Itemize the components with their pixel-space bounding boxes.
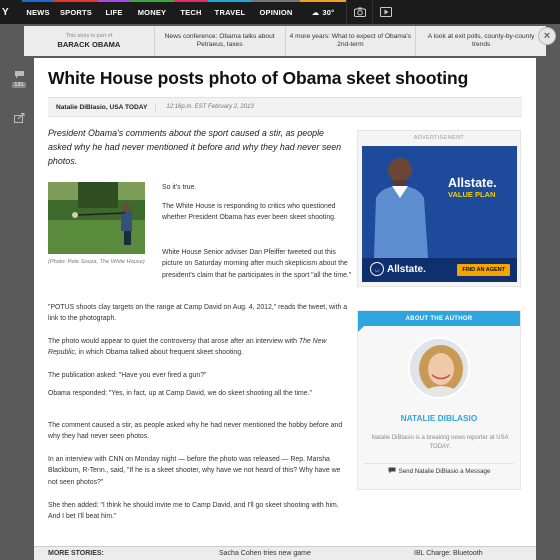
nav-life[interactable]: LIFE <box>98 0 130 24</box>
about-author-header: ABOUT THE AUTHOR <box>358 311 520 332</box>
author-name[interactable]: NATALIE DIBLASIO <box>358 413 520 423</box>
article-paragraph: The photo would appear to quiet the cont… <box>48 338 327 357</box>
comment-icon <box>14 70 25 81</box>
nav-sports[interactable]: SPORTS <box>54 0 98 24</box>
article-tools: 131 <box>8 68 30 130</box>
cloud-icon: ☁ <box>311 7 320 17</box>
share-button[interactable] <box>8 108 30 130</box>
video-icon[interactable] <box>372 0 398 24</box>
photo-caption: (Photo: Pete Souza, The White House) <box>48 259 145 265</box>
article-paragraph: She then added: "I think he should invit… <box>48 502 339 521</box>
byline-timestamp: 12:16p.m. EST February 2, 2013 <box>166 104 254 110</box>
byline-author[interactable]: Natalie DiBlasio, USA TODAY <box>48 103 157 111</box>
related-story-text: A look at exit polls, county-by-county t… <box>427 32 535 48</box>
related-story-text: News conference: Obama talks about Petra… <box>164 32 275 48</box>
top-nav: Y NEWS SPORTS LIFE MONEY TECH TRAVEL OPI… <box>0 0 560 24</box>
article-paragraph: "POTUS shoots clay targets on the range … <box>48 304 348 323</box>
article-paragraph: White House Senior adviser Dan Pfeiffer … <box>162 249 352 279</box>
article-lead: President Obama's comments about the spo… <box>48 128 342 166</box>
comments-button[interactable]: 131 <box>8 68 30 90</box>
hands-icon: ◡ <box>370 262 384 276</box>
comment-count: 131 <box>12 82 26 88</box>
nav-money[interactable]: MONEY <box>130 0 174 24</box>
author-bio: Natalie DiBlasio is a breaking news repo… <box>371 435 509 450</box>
article-paragraph: The comment caused a stir, as people ask… <box>48 422 343 441</box>
site-logo[interactable]: Y <box>0 0 22 24</box>
close-icon: × <box>543 30 551 42</box>
related-stories-strip: This story is part of BARACK OBAMA News … <box>24 26 546 56</box>
nav-weather[interactable]: ☁ 30° <box>300 0 346 24</box>
related-story-text: 4 more years: What to expect of Obama's … <box>289 32 412 48</box>
nav-news[interactable]: NEWS <box>22 0 54 24</box>
advertisement: ADVERTISEMENT Allstate. VALUE PLAN ◡ All… <box>357 130 521 287</box>
close-button[interactable]: × <box>538 27 556 45</box>
topic-title: BARACK OBAMA <box>57 39 121 49</box>
send-message-button[interactable]: Send Natalie DiBlasio a Message <box>364 463 514 479</box>
related-story-link[interactable]: News conference: Obama talks about Petra… <box>155 26 286 56</box>
camera-icon[interactable] <box>346 0 372 24</box>
nav-travel[interactable]: TRAVEL <box>208 0 252 24</box>
allstate-logo: ◡ Allstate. <box>370 262 426 276</box>
ad-footer: ◡ Allstate. FIND AN AGENT <box>362 258 517 282</box>
article-paragraph: So it's true. <box>162 184 197 191</box>
more-story-link[interactable]: Sacha Cohen tries new game <box>219 550 311 557</box>
nav-opinion[interactable]: OPINION <box>252 0 300 24</box>
article-card: White House posts photo of Obama skeet s… <box>34 58 536 560</box>
send-message-label: Send Natalie DiBlasio a Message <box>398 468 491 475</box>
more-story-link[interactable]: IBL Charge: Bluetooth <box>414 550 483 557</box>
article-paragraph: The White House is responding to critics… <box>162 203 336 222</box>
find-agent-button[interactable]: FIND AN AGENT <box>457 264 510 276</box>
article-paragraph: Obama responded: "Yes, in fact, up at Ca… <box>48 390 312 397</box>
ad-brand: Allstate. <box>448 176 497 190</box>
message-icon <box>388 467 396 476</box>
article-photo[interactable] <box>48 182 145 254</box>
ad-plan: VALUE PLAN <box>448 190 496 199</box>
share-icon <box>13 113 25 125</box>
more-stories-bar: MORE STORIES: Sacha Cohen tries new game… <box>34 546 536 560</box>
author-avatar[interactable] <box>408 337 470 399</box>
nav-tech[interactable]: TECH <box>174 0 208 24</box>
related-story-link[interactable]: 4 more years: What to expect of Obama's … <box>286 26 417 56</box>
related-story-link[interactable]: A look at exit polls, county-by-county t… <box>416 26 546 56</box>
ad-banner[interactable]: Allstate. VALUE PLAN ◡ Allstate. FIND AN… <box>362 146 517 282</box>
byline-bar: Natalie DiBlasio, USA TODAY 12:16p.m. ES… <box>48 97 522 117</box>
article-headline: White House posts photo of Obama skeet s… <box>48 68 469 88</box>
topic-label: This story is part of <box>65 32 113 39</box>
ad-label: ADVERTISEMENT <box>413 135 465 141</box>
more-stories-label: MORE STORIES: <box>48 550 104 557</box>
article-paragraph: The publication asked: "Have you ever fi… <box>48 372 207 379</box>
about-author-box: ABOUT THE AUTHOR NATALIE DIBLASIO Natali… <box>357 310 521 490</box>
article-paragraph: In an interview with CNN on Monday night… <box>48 456 341 486</box>
topic-teaser[interactable]: This story is part of BARACK OBAMA <box>24 26 155 56</box>
